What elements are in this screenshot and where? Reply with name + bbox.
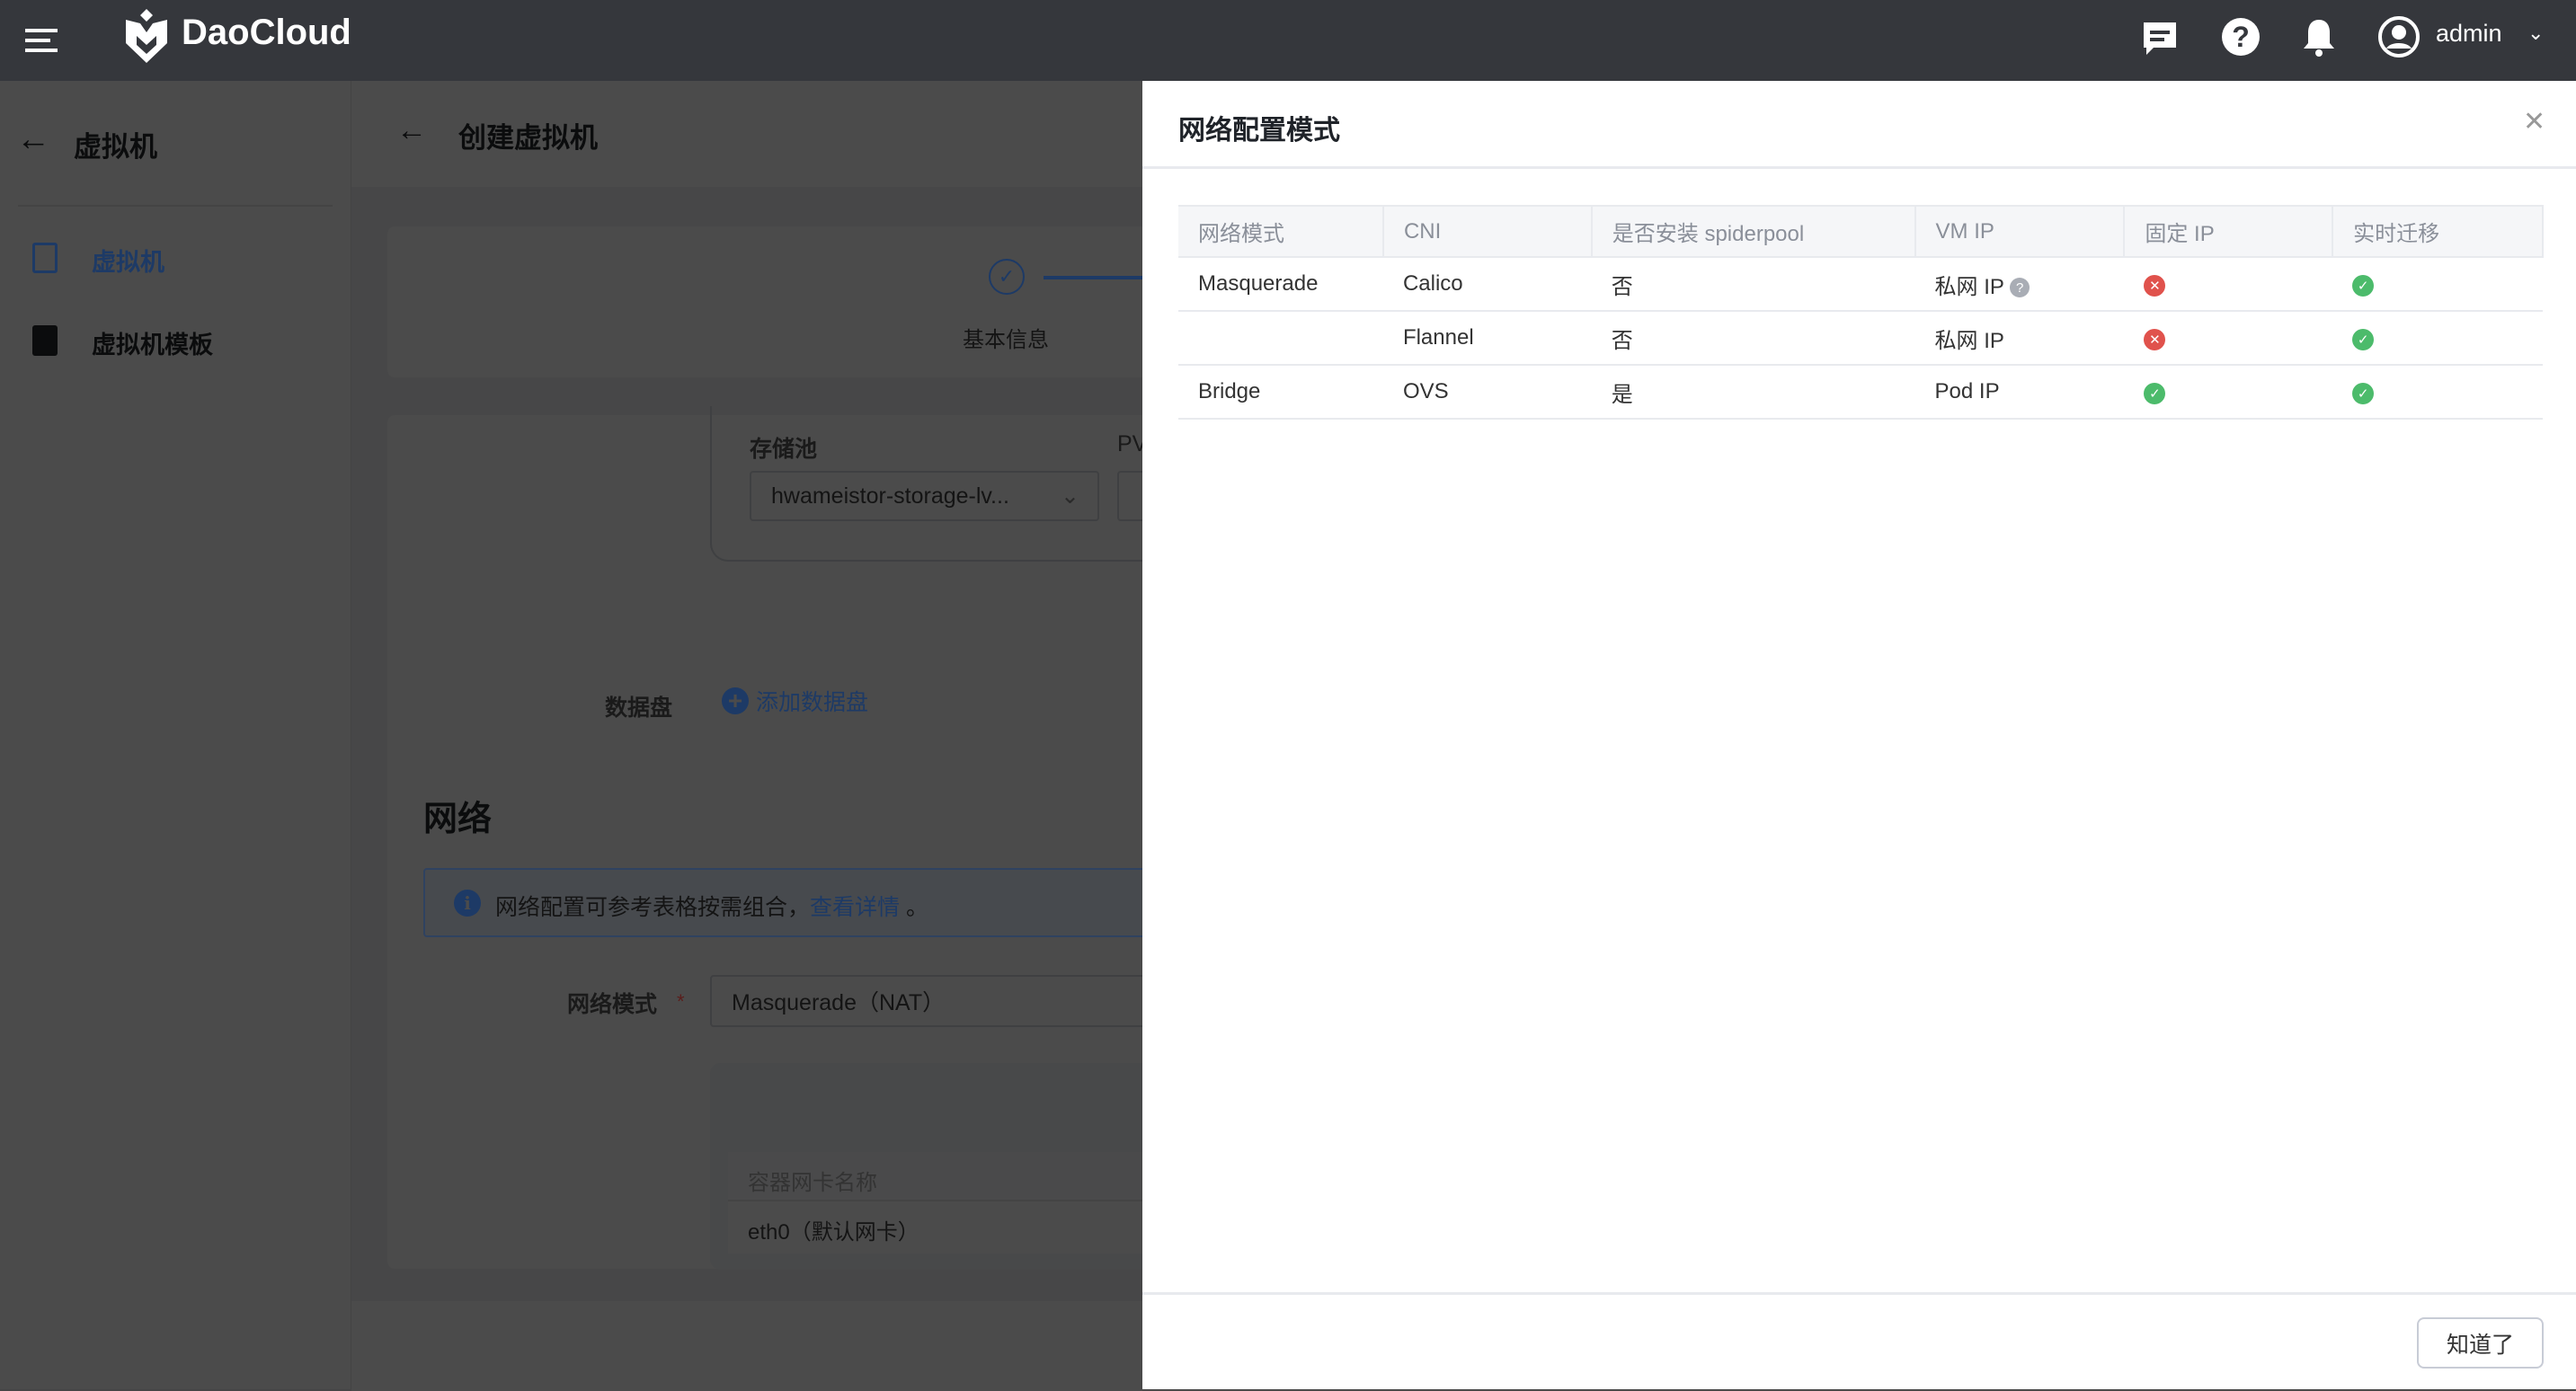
vm-ip-text: 私网 IP	[1934, 274, 2004, 299]
brand-name[interactable]: DaoCloud	[182, 13, 351, 53]
template-icon	[32, 325, 58, 356]
vm-ip-text: Pod IP	[1934, 379, 2000, 403]
storage-pool-label: 存储池	[750, 437, 818, 462]
column-header: 网络模式	[1178, 205, 1384, 258]
column-header: 实时迁移	[2332, 205, 2544, 258]
sidebar: ← 虚拟机 虚拟机 虚拟机模板	[0, 81, 351, 1389]
close-icon[interactable]: ✕	[2523, 106, 2545, 137]
menu-icon[interactable]	[25, 25, 61, 56]
table-row: Masquerade Calico 否私网 IP ? ✕ ✓	[1178, 257, 2543, 312]
sidebar-item-vm[interactable]: 虚拟机	[0, 225, 351, 288]
back-arrow-icon[interactable]: ←	[396, 113, 427, 148]
cell-live-migration: ✓	[2332, 365, 2543, 420]
column-header: CNI	[1382, 205, 1593, 258]
sidebar-item-label: 虚拟机	[92, 249, 164, 276]
add-data-disk-button[interactable]: + 添加数据盘	[722, 685, 868, 717]
add-data-disk-label: 添加数据盘	[756, 690, 869, 715]
cell-fixed-ip: ✕	[2124, 311, 2333, 366]
network-config-drawer: 网络配置模式 ✕ 网络模式 CNI 是否安装 spiderpool VM IP 固定 I…	[1142, 81, 2576, 1389]
section-heading: 网络	[423, 801, 493, 838]
network-mode-label: 网络模式	[567, 992, 658, 1017]
got-it-button[interactable]: 知道了	[2417, 1317, 2544, 1369]
username[interactable]: admin	[2436, 20, 2502, 48]
cell-fixed-ip: ✓	[2124, 365, 2333, 420]
check-circle-icon: ✓	[2352, 383, 2375, 404]
cell-cni: Flannel	[1382, 311, 1592, 366]
cell-vm-ip: Pod IP	[1914, 365, 2125, 420]
sidebar-title: 虚拟机	[74, 131, 157, 163]
divider	[18, 205, 333, 207]
vm-ip-text: 私网 IP	[1934, 328, 2004, 353]
view-details-link[interactable]: 查看详情	[810, 895, 900, 920]
user-avatar-icon[interactable]	[2378, 16, 2420, 58]
table-row: Bridge OVS 是 Pod IP ✓ ✓	[1178, 365, 2543, 420]
cell-spiderpool: 否	[1591, 257, 1915, 312]
info-text: 网络配置可参考表格按需组合，	[495, 895, 811, 920]
cell-vm-ip: 私网 IP	[1914, 311, 2125, 366]
x-circle-icon: ✕	[2144, 275, 2166, 297]
cell-spiderpool: 否	[1591, 311, 1915, 366]
daocloud-logo-icon	[122, 9, 171, 63]
column-header: 固定 IP	[2124, 205, 2334, 258]
check-circle-icon: ✓	[2352, 329, 2375, 350]
cell-cni: OVS	[1382, 365, 1592, 420]
cell-cni: Calico	[1382, 257, 1592, 312]
storage-pool-select[interactable]: hwameistor-storage-lv... ⌄	[750, 471, 1099, 521]
network-mode-table: 网络模式 CNI 是否安装 spiderpool VM IP 固定 IP 实时迁移 Masq…	[1178, 205, 2544, 420]
column-header: 是否安装 spiderpool	[1591, 205, 1916, 258]
cell-spiderpool: 是	[1591, 365, 1915, 420]
network-mode-value: Masquerade（NAT）	[732, 990, 946, 1015]
message-icon[interactable]	[2141, 20, 2179, 58]
info-icon: i	[454, 890, 481, 917]
step-done-icon: ✓	[989, 259, 1025, 295]
top-navbar: DaoCloud ? admin ⌄	[0, 0, 2576, 81]
cell-mode	[1178, 311, 1383, 366]
cell-vm-ip: 私网 IP ?	[1914, 257, 2125, 312]
vm-icon	[32, 243, 58, 273]
cell-live-migration: ✓	[2332, 257, 2543, 312]
column-header: VM IP	[1914, 205, 2126, 258]
sidebar-item-label: 虚拟机模板	[92, 332, 213, 359]
page-title: 创建虚拟机	[458, 122, 598, 154]
chevron-down-icon: ⌄	[1061, 483, 1079, 509]
help-icon[interactable]: ?	[2010, 278, 2030, 298]
required-mark: *	[677, 990, 685, 1013]
drawer-title: 网络配置模式	[1178, 116, 1340, 146]
check-circle-icon: ✓	[2352, 275, 2375, 297]
data-disk-label: 数据盘	[605, 696, 673, 721]
cell-mode: Masquerade	[1178, 257, 1383, 312]
bell-icon[interactable]	[2301, 18, 2337, 58]
back-arrow-icon[interactable]: ←	[16, 120, 50, 159]
plus-circle-icon: +	[722, 687, 749, 714]
help-icon[interactable]: ?	[2222, 18, 2260, 56]
cell-mode: Bridge	[1178, 365, 1383, 420]
info-end: 。	[905, 895, 928, 920]
divider	[1142, 166, 2576, 169]
divider	[1142, 1292, 2576, 1295]
table-row: Flannel 否私网 IP ✕ ✓	[1178, 311, 2543, 366]
step-label: 基本信息	[963, 328, 1049, 352]
storage-pool-value: hwameistor-storage-lv...	[771, 483, 1009, 509]
cell-fixed-ip: ✕	[2124, 257, 2333, 312]
x-circle-icon: ✕	[2144, 329, 2166, 350]
check-circle-icon: ✓	[2144, 383, 2166, 404]
cell-live-migration: ✓	[2332, 311, 2543, 366]
chevron-down-icon[interactable]: ⌄	[2527, 22, 2544, 45]
sidebar-item-vm-template[interactable]: 虚拟机模板	[0, 307, 351, 370]
